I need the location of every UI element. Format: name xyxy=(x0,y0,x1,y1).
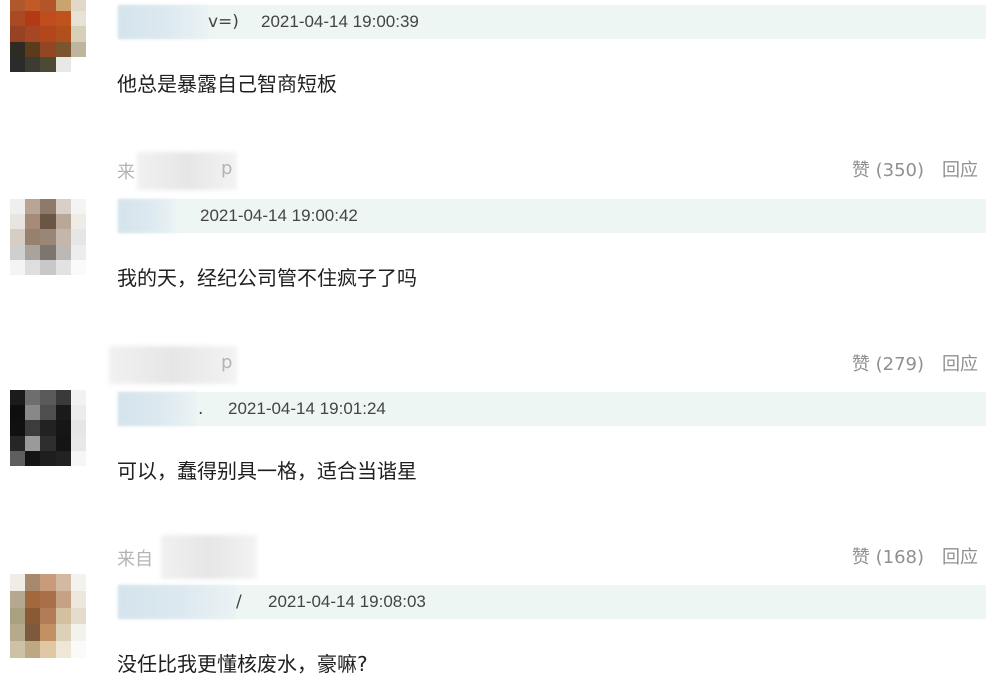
comment-meta-bar: v=) 2021-04-14 19:00:39 xyxy=(118,5,986,39)
avatar[interactable] xyxy=(10,390,86,466)
reply-button[interactable]: 回应 xyxy=(942,354,978,375)
comment-text: 可以，蠢得别具一格，适合当谐星 xyxy=(117,459,417,483)
comment-text: 没任比我更懂核废水，豪嘛? xyxy=(117,652,368,676)
reply-button[interactable]: 回应 xyxy=(942,160,978,181)
like-button[interactable]: 赞 (168) xyxy=(852,547,924,568)
comment-timestamp: 2021-04-14 19:00:39 xyxy=(261,12,419,31)
comment-meta-bar: 2021-04-14 19:00:42 xyxy=(118,199,986,233)
blurred-source xyxy=(161,535,257,579)
comment-footer: 来自 赞 (168) 回应 xyxy=(117,535,986,579)
like-button[interactable]: 赞 (350) xyxy=(852,160,924,181)
source-suffix: p xyxy=(221,158,233,179)
reply-button[interactable]: 回应 xyxy=(942,547,978,568)
comment-text: 我的天，经纪公司管不住疯子了吗 xyxy=(117,266,417,290)
comment-item: / 2021-04-14 19:08:03 没任比我更懂核废水，豪嘛? xyxy=(0,574,1000,698)
username-suffix: . xyxy=(198,399,204,419)
username-suffix: v=) xyxy=(208,12,239,32)
comment-footer: p 赞 (279) 回应 xyxy=(109,346,986,384)
username-suffix: / xyxy=(236,592,242,612)
source-label: 来 xyxy=(117,162,135,183)
comment-timestamp: 2021-04-14 19:00:42 xyxy=(200,206,358,225)
comment-timestamp: 2021-04-14 19:01:24 xyxy=(228,399,386,418)
comment-timestamp: 2021-04-14 19:08:03 xyxy=(268,592,426,611)
avatar[interactable] xyxy=(10,574,86,658)
blurred-source xyxy=(109,346,237,384)
comment-meta-bar: . 2021-04-14 19:01:24 xyxy=(118,392,986,426)
source-suffix: p xyxy=(221,352,233,373)
blurred-username[interactable] xyxy=(118,199,176,233)
avatar[interactable] xyxy=(10,0,86,72)
comment-footer: 来 p 赞 (350) 回应 xyxy=(117,152,986,190)
blurred-username[interactable] xyxy=(118,392,196,426)
comment-actions: 赞 (168) 回应 xyxy=(852,543,978,569)
blurred-username[interactable] xyxy=(118,5,208,39)
avatar[interactable] xyxy=(10,199,86,275)
source-label: 来自 xyxy=(117,549,153,570)
comment-text: 他总是暴露自己智商短板 xyxy=(117,72,337,96)
comment-actions: 赞 (279) 回应 xyxy=(852,350,978,376)
comment-actions: 赞 (350) 回应 xyxy=(852,156,978,182)
like-button[interactable]: 赞 (279) xyxy=(852,354,924,375)
comment-meta-bar: / 2021-04-14 19:08:03 xyxy=(118,585,986,619)
blurred-username[interactable] xyxy=(118,585,236,619)
